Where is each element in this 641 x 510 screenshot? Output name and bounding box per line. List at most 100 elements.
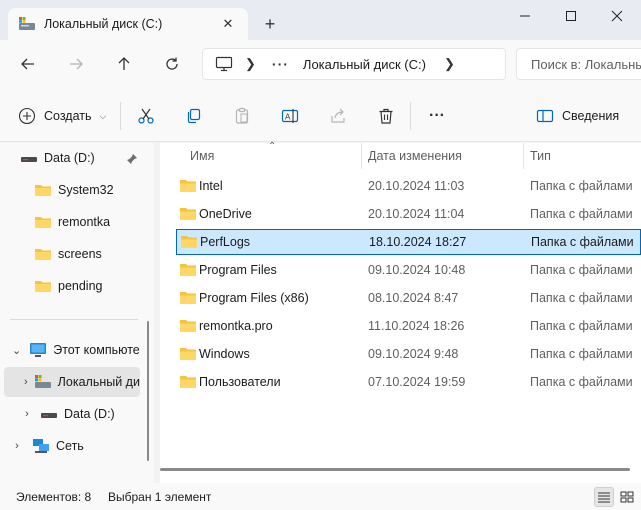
chevron-down-icon[interactable]: ⌄: [12, 344, 21, 357]
file-name: Intel: [199, 179, 223, 193]
sidebar-item-label: remontka: [58, 215, 111, 229]
sidebar-item-label: Локальный диск (C:): [57, 375, 140, 389]
sidebar-scrollbar[interactable]: [147, 321, 149, 461]
network-icon: [33, 439, 49, 453]
file-row[interactable]: Intel 20.10.2024 11:03 Папка с файлами: [176, 173, 641, 199]
folder-icon: [180, 264, 196, 276]
sort-ascending-icon: ⌃: [268, 141, 277, 152]
navigation-bar: ❯ ··· Локальный диск (C:) ❯ Поиск в: Лок…: [0, 40, 641, 88]
chevron-right-icon[interactable]: ›: [24, 376, 28, 388]
up-button[interactable]: [110, 52, 138, 76]
sidebar-item-network[interactable]: › Сеть: [0, 431, 140, 461]
share-icon: [331, 108, 345, 123]
address-bar[interactable]: ❯ ··· Локальный диск (C:) ❯: [202, 48, 506, 80]
folder-icon: [35, 281, 51, 292]
folder-icon: [35, 217, 51, 228]
sidebar-item-label: Сеть: [56, 439, 84, 453]
sidebar-item-data-d[interactable]: › Data (D:): [0, 399, 140, 429]
details-button[interactable]: Сведения: [536, 102, 619, 130]
plus-circle-icon: [18, 107, 36, 125]
horizontal-scrollbar[interactable]: [160, 468, 630, 471]
maximize-button[interactable]: [548, 0, 594, 32]
file-date: 18.10.2024 18:27: [369, 235, 467, 249]
file-row[interactable]: remontka.pro 11.10.2024 18:26 Папка с фа…: [176, 313, 641, 339]
sidebar-item-label: screens: [58, 247, 102, 261]
tab-local-disk[interactable]: Локальный диск (C:) ✕: [8, 8, 248, 40]
trash-icon: [379, 108, 393, 124]
column-header-date[interactable]: Дата изменения: [368, 143, 462, 169]
file-list: ⌃ Имя Дата изменения Тип Intel 20.10.202…: [160, 141, 641, 483]
back-button[interactable]: [14, 52, 42, 76]
more-options-button[interactable]: ···: [426, 105, 448, 127]
sidebar-item-pending[interactable]: pending: [0, 271, 140, 301]
sidebar-item-label: System32: [58, 183, 114, 197]
chevron-right-icon[interactable]: ❯: [245, 56, 256, 72]
paste-button[interactable]: [231, 105, 253, 127]
folder-icon: [35, 249, 51, 260]
column-separator[interactable]: [361, 143, 362, 169]
file-type: Папка с файлами: [530, 319, 633, 333]
address-more-button[interactable]: ···: [272, 56, 289, 72]
refresh-button[interactable]: [158, 52, 186, 76]
sidebar-divider: [10, 319, 138, 320]
tiles-view-button[interactable]: [617, 487, 637, 507]
sidebar-item-data-d-quick[interactable]: Data (D:): [0, 143, 140, 173]
delete-button[interactable]: [375, 105, 397, 127]
close-tab-icon[interactable]: ✕: [218, 14, 238, 34]
folder-icon: [180, 180, 196, 192]
sidebar-item-label: pending: [58, 279, 103, 293]
sidebar-item-this-pc[interactable]: ⌄ Этот компьютер: [0, 335, 140, 365]
sidebar-item-system32[interactable]: System32: [0, 175, 140, 205]
search-input[interactable]: Поиск в: Локальный диск (C:): [516, 48, 641, 80]
new-tab-button[interactable]: +: [258, 12, 282, 36]
arrow-up-icon: [118, 57, 130, 70]
arrow-right-icon: [70, 58, 83, 70]
cut-button[interactable]: [135, 105, 157, 127]
file-type: Папка с файлами: [530, 347, 633, 361]
forward-button[interactable]: [62, 52, 90, 76]
item-count: Элементов: 8: [16, 489, 92, 504]
copy-button[interactable]: [183, 105, 205, 127]
rename-button[interactable]: A: [279, 105, 301, 127]
refresh-icon: [166, 57, 178, 70]
column-header-type[interactable]: Тип: [530, 143, 551, 169]
scissors-icon: [138, 108, 154, 124]
details-view-button[interactable]: [594, 487, 614, 507]
drive-icon: [41, 413, 57, 418]
file-row[interactable]: OneDrive 20.10.2024 11:04 Папка с файлам…: [176, 201, 641, 227]
folder-icon: [35, 185, 51, 196]
create-label: Создать: [44, 109, 92, 123]
status-bar: Элементов: 8 Выбран 1 элемент: [0, 483, 641, 510]
toolbar-divider: [120, 102, 121, 130]
selection-count: Выбран 1 элемент: [108, 489, 212, 504]
file-row-selected[interactable]: PerfLogs 18.10.2024 18:27 Папка с файлам…: [176, 229, 641, 255]
chevron-right-icon[interactable]: ›: [10, 440, 24, 452]
address-location[interactable]: Локальный диск (C:): [303, 57, 426, 72]
tab-title: Локальный диск (C:): [44, 17, 163, 31]
navigation-pane: Data (D:) System32 remontka screens pend…: [0, 143, 154, 483]
chevron-right-icon[interactable]: ❯: [444, 56, 455, 72]
file-row[interactable]: Program Files 09.10.2024 10:48 Папка с ф…: [176, 257, 641, 283]
file-type: Папка с файлами: [530, 179, 633, 193]
chevron-right-icon[interactable]: ›: [20, 408, 34, 420]
file-name: Пользователи: [199, 375, 281, 389]
create-button[interactable]: Создать ⌵: [18, 102, 106, 130]
sidebar-item-screens[interactable]: screens: [0, 239, 140, 269]
file-date: 07.10.2024 19:59: [368, 375, 466, 389]
file-name: Program Files (x86): [199, 291, 309, 305]
minimize-button[interactable]: [502, 0, 548, 32]
file-name: OneDrive: [199, 207, 252, 221]
file-date: 11.10.2024 18:26: [368, 319, 465, 333]
file-row[interactable]: Windows 09.10.2024 9:48 Папка с файлами: [176, 341, 641, 367]
sidebar-item-local-disk-c[interactable]: › Локальный диск (C:): [4, 367, 140, 397]
close-window-button[interactable]: [594, 0, 640, 32]
copy-icon: [187, 108, 201, 124]
file-row[interactable]: Пользователи 07.10.2024 19:59 Папка с фа…: [176, 369, 641, 395]
sidebar-item-remontka[interactable]: remontka: [0, 207, 140, 237]
file-row[interactable]: Program Files (x86) 08.10.2024 8:47 Папк…: [176, 285, 641, 311]
share-button[interactable]: [327, 105, 349, 127]
folder-icon: [180, 292, 196, 304]
column-separator[interactable]: [523, 143, 524, 169]
column-header-name[interactable]: Имя: [190, 143, 214, 169]
pin-icon: [127, 154, 137, 164]
